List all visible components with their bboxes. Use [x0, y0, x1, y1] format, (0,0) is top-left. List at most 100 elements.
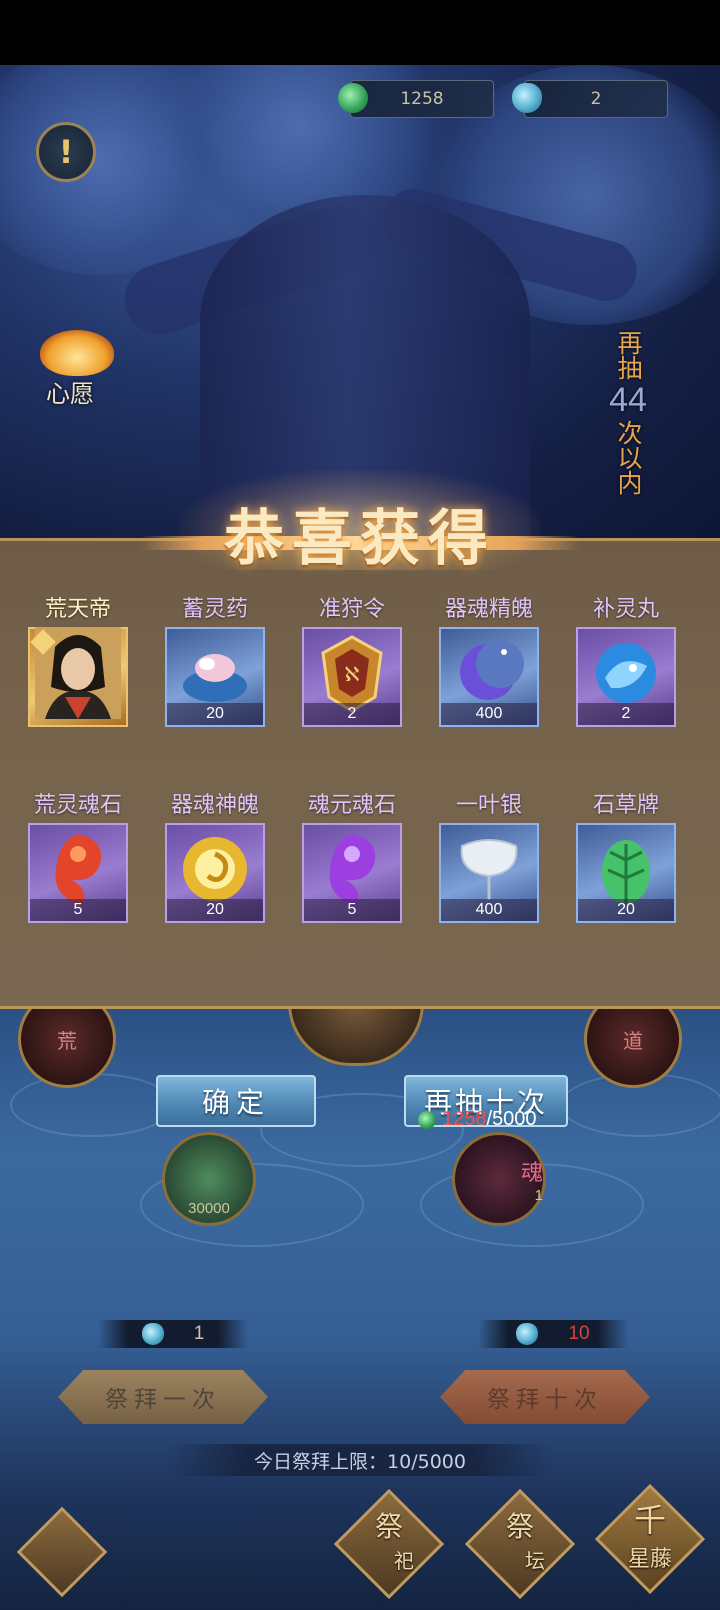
reward-name: 器魂精魄: [444, 597, 533, 622]
altar-line1: 祭: [505, 1510, 534, 1543]
reward-name: 魂元魂石: [307, 793, 396, 818]
confirm-button[interactable]: 确定: [156, 1075, 316, 1127]
reward-title: 恭喜获得: [224, 504, 496, 574]
altar-line2: 坛: [525, 1549, 545, 1573]
reward-frame: 20: [576, 823, 676, 923]
guarantee-prefix: 再抽: [614, 330, 643, 380]
guarantee-counter: 再抽 44 次以内: [606, 330, 650, 540]
jade-currency[interactable]: 1258: [350, 80, 494, 118]
reward-frame: 2: [576, 627, 676, 727]
guarantee-suffix: 次以内: [614, 420, 643, 495]
status-bar: [0, 0, 720, 65]
sacrifice-line2: 祀: [394, 1549, 414, 1573]
reward-name: 石草牌: [592, 793, 659, 818]
reward-item[interactable]: 一叶银 400: [437, 789, 541, 923]
sacrifice-label: 祭 祀: [334, 1505, 444, 1574]
info-button[interactable]: !: [36, 122, 96, 182]
worship-once-button[interactable]: 祭拜一次: [58, 1370, 268, 1424]
ten-gourd-amount: 10: [568, 1323, 590, 1344]
reward-name: 器魂神魄: [170, 793, 259, 818]
purple-soul-stone-icon: [329, 834, 376, 907]
worship-ten-label: 祭拜十次: [487, 1387, 603, 1413]
reward-frame: ℵ 2: [302, 627, 402, 727]
spirit-pill-icon: [596, 643, 656, 704]
reward-count: 2: [578, 703, 674, 725]
crescent-moon-icon: [460, 640, 524, 701]
ten-gourd-count: 10: [478, 1320, 628, 1348]
reward-name: 蓄灵药: [181, 597, 248, 622]
jade-coin-icon: [338, 83, 368, 113]
grass-token-icon: [602, 840, 650, 905]
star-vine-line1: 千: [633, 1501, 666, 1539]
reward-item[interactable]: 魂元魂石 5: [300, 789, 404, 923]
gourd-icon: [516, 1323, 539, 1345]
cost-need: 5000: [492, 1108, 537, 1130]
golden-swirl-icon: [183, 837, 247, 902]
reward-name: 补灵丸: [592, 597, 659, 622]
confirm-label: 确定: [201, 1086, 270, 1119]
medallion-right-glyph: 道: [623, 1028, 643, 1053]
star-vine-line2: 星藤: [627, 1547, 672, 1572]
reward-count: 20: [578, 899, 674, 921]
reward-item[interactable]: 蓄灵药 20: [163, 593, 267, 727]
reward-item[interactable]: 器魂神魄 20: [163, 789, 267, 923]
jade-offering-token[interactable]: 30000: [162, 1132, 256, 1226]
wish-label: 心愿: [46, 380, 94, 408]
reward-name: 准狩令: [318, 597, 385, 622]
reward-name: 一叶银: [455, 793, 522, 818]
potion-pouch-icon: [183, 654, 247, 703]
reward-frame: 5: [302, 823, 402, 923]
gourd-icon: [512, 83, 542, 113]
daily-limit-text: 今日祭拜上限：10/5000: [254, 1450, 466, 1473]
silver-leaf-icon: [460, 839, 518, 901]
jade-amount: 1258: [400, 89, 444, 109]
draw-cost: 1258 / 5000: [418, 1108, 537, 1131]
reward-count: 400: [441, 703, 537, 725]
reward-name: 荒灵魂石: [33, 793, 122, 818]
reward-frame: 400: [439, 627, 539, 727]
reward-count: 400: [441, 899, 537, 921]
medallion-left-glyph: 荒: [57, 1028, 77, 1053]
reward-item[interactable]: 荒天帝: [26, 593, 130, 727]
jade-offering-amount: 30000: [188, 1200, 230, 1217]
soul-offering-amount: 1: [534, 1186, 543, 1204]
star-vine-label: 千 星藤: [595, 1495, 705, 1573]
reward-item[interactable]: 石草牌 20: [574, 789, 678, 923]
jade-coin-icon: [418, 1110, 436, 1129]
reward-count: 5: [304, 899, 400, 921]
soul-glyph: 魂: [520, 1160, 543, 1186]
ripple: [10, 1073, 174, 1137]
sacrifice-line1: 祭: [374, 1510, 403, 1543]
reward-frame: 5: [28, 823, 128, 923]
guarantee-count: 44: [609, 381, 647, 419]
red-soul-stone-icon: [55, 834, 102, 907]
reward-panel: 荒天帝 蓄灵药 20 准狩令 ℵ 2 器魂精魄 400 补灵丸 2 荒灵魂石 5…: [0, 538, 720, 1009]
reward-frame: 20: [165, 823, 265, 923]
reward-name: 荒天帝: [44, 597, 111, 622]
exclamation-icon: !: [58, 133, 74, 171]
reward-item[interactable]: 荒灵魂石 5: [26, 789, 130, 923]
reward-title-banner: 恭喜获得: [140, 470, 580, 580]
hunt-token-icon: ℵ: [321, 635, 383, 713]
worship-ten-button[interactable]: 祭拜十次: [440, 1370, 650, 1424]
single-gourd-count: 1: [98, 1320, 248, 1348]
reward-frame: [28, 627, 128, 727]
cost-have: 1258: [442, 1108, 487, 1130]
reward-frame: 400: [439, 823, 539, 923]
single-gourd-amount: 1: [193, 1323, 205, 1344]
reward-count: 5: [30, 899, 126, 921]
reward-item[interactable]: 器魂精魄 400: [437, 593, 541, 727]
gourd-currency[interactable]: 2: [524, 80, 668, 118]
svg-text:ℵ: ℵ: [345, 662, 360, 686]
daily-worship-limit: 今日祭拜上限：10/5000: [170, 1444, 550, 1476]
wish-button[interactable]: 心愿: [32, 330, 122, 410]
reward-count: 20: [167, 899, 263, 921]
reward-item[interactable]: 补灵丸 2: [574, 593, 678, 727]
soul-offering-token[interactable]: 魂 1: [452, 1132, 546, 1226]
worship-once-label: 祭拜一次: [105, 1387, 221, 1413]
reward-count: 2: [304, 703, 400, 725]
reward-frame: 20: [165, 627, 265, 727]
gourd-icon: [141, 1323, 164, 1345]
gourd-amount: 2: [590, 89, 602, 109]
reward-item[interactable]: 准狩令 ℵ 2: [300, 593, 404, 727]
